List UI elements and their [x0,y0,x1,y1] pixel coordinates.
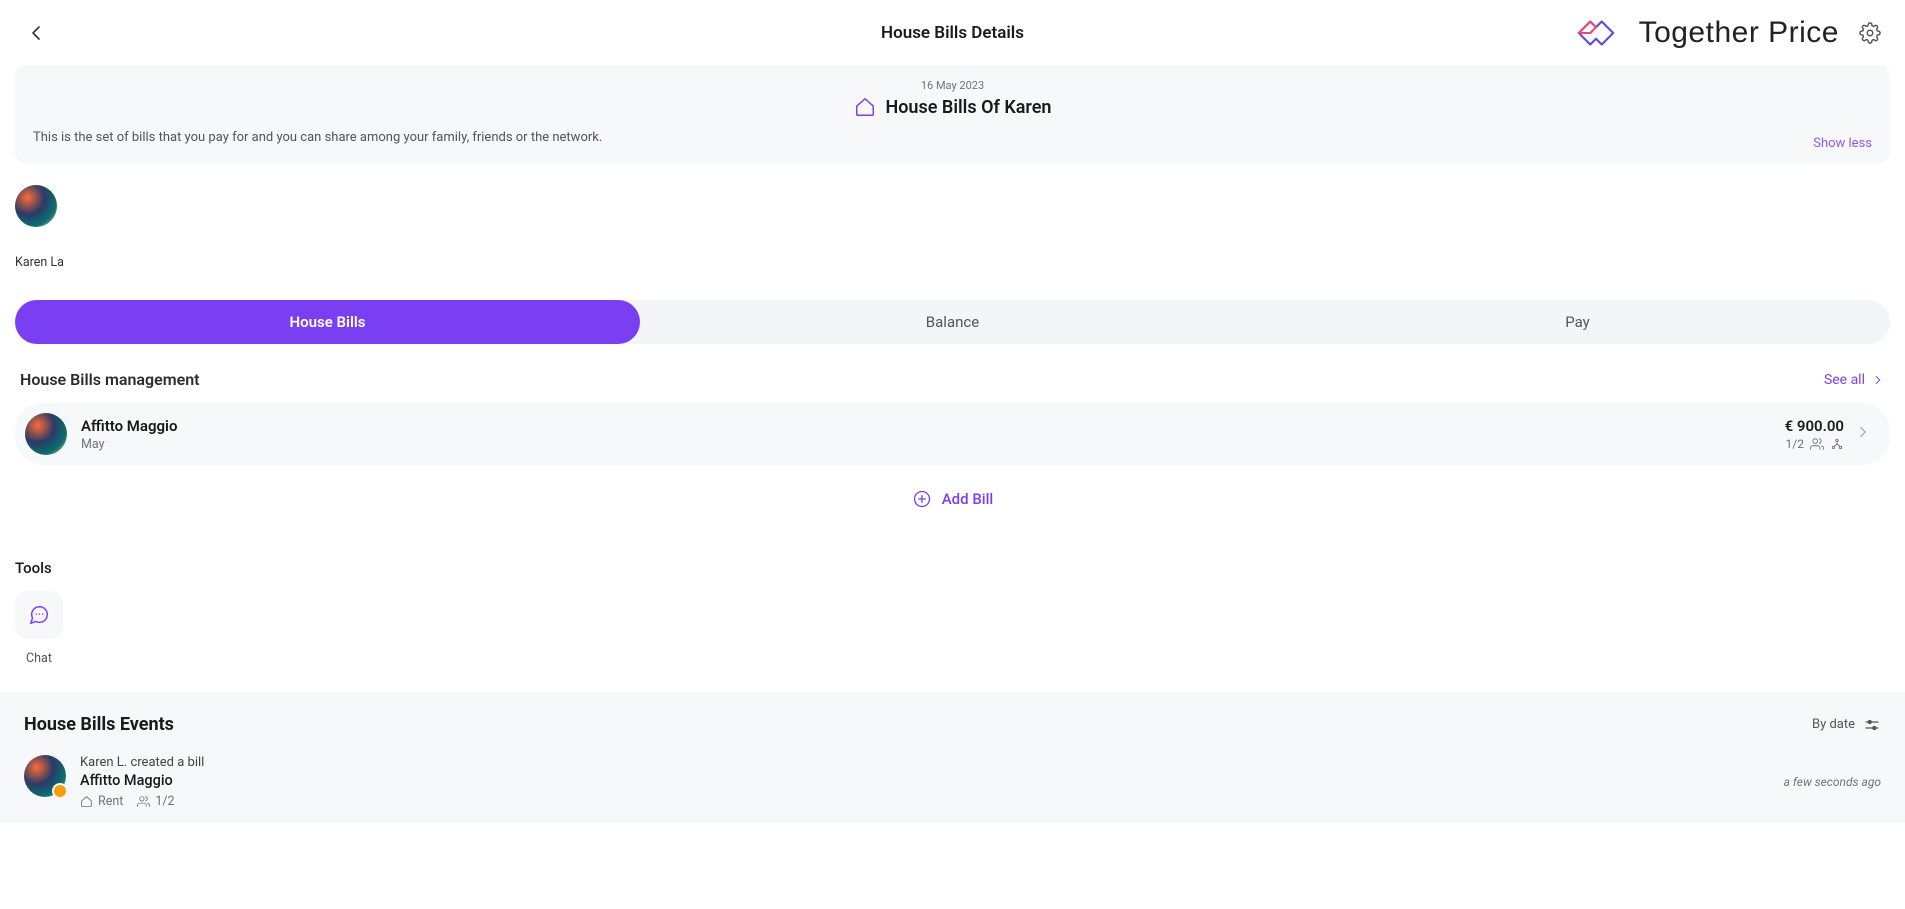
settings-button[interactable] [1859,22,1881,44]
tool-chat-label: Chat [15,651,63,666]
tab-bar: House Bills Balance Pay [15,300,1890,344]
show-less-toggle[interactable]: Show less [1813,136,1872,151]
users-icon [137,795,150,808]
users-icon [1810,437,1824,451]
house-icon [854,96,876,118]
event-item[interactable]: Karen L. created a bill Affitto Maggio R… [24,755,1881,809]
page-title: House Bills Details [881,23,1024,43]
bill-participants: 1/2 [1786,437,1804,451]
add-bill-label: Add Bill [942,490,994,508]
management-title: House Bills management [20,370,200,389]
events-sort-label: By date [1812,717,1855,732]
app-header: House Bills Details Together Price [0,0,1905,65]
bill-amount: € 900.00 [1785,417,1844,435]
bill-item[interactable]: Affitto Maggio May € 900.00 1/2 [15,403,1890,465]
event-badge-icon [52,783,68,799]
tab-balance[interactable]: Balance [640,300,1265,344]
tools-section: Tools Chat [15,559,1890,666]
event-line2: Affitto Maggio [80,772,1770,789]
tab-pay[interactable]: Pay [1265,300,1890,344]
events-heading: House Bills Events [24,714,174,735]
event-line1: Karen L. created a bill [80,755,1770,770]
info-card: 16 May 2023 House Bills Of Karen This is… [15,65,1890,163]
brand-name: Together Price [1639,16,1839,50]
owner-section: Karen La [15,185,1890,270]
management-header: House Bills management See all [20,370,1885,389]
event-participants: 1/2 [155,794,174,809]
owner-avatar[interactable] [15,185,57,227]
brand-logo-icon [1573,10,1619,56]
event-avatar [24,755,66,797]
back-button[interactable] [24,21,48,45]
add-bill-button[interactable]: Add Bill [0,489,1905,509]
house-icon [80,795,93,808]
tab-house-bills[interactable]: House Bills [15,300,640,344]
info-title: House Bills Of Karen [886,97,1052,118]
tool-chat[interactable] [15,591,63,639]
owner-name: Karen La [15,255,1890,270]
info-date: 16 May 2023 [33,79,1872,92]
bill-subtitle: May [81,437,1771,452]
events-section: House Bills Events By date Karen L. crea… [0,692,1905,823]
info-description: This is the set of bills that you pay fo… [33,130,1872,145]
chat-icon [28,604,50,626]
event-time: a few seconds ago [1784,775,1881,789]
sliders-icon [1863,716,1881,734]
see-all-label: See all [1824,372,1865,388]
plus-circle-icon [912,489,932,509]
split-icon [1830,437,1844,451]
bill-avatar [25,413,67,455]
tools-heading: Tools [15,559,1890,577]
see-all-link[interactable]: See all [1824,372,1885,388]
event-category: Rent [98,794,123,809]
chevron-right-icon [1854,423,1872,445]
events-sort-button[interactable]: By date [1812,716,1881,734]
bill-title: Affitto Maggio [81,417,1771,435]
chevron-right-icon [1871,373,1885,387]
